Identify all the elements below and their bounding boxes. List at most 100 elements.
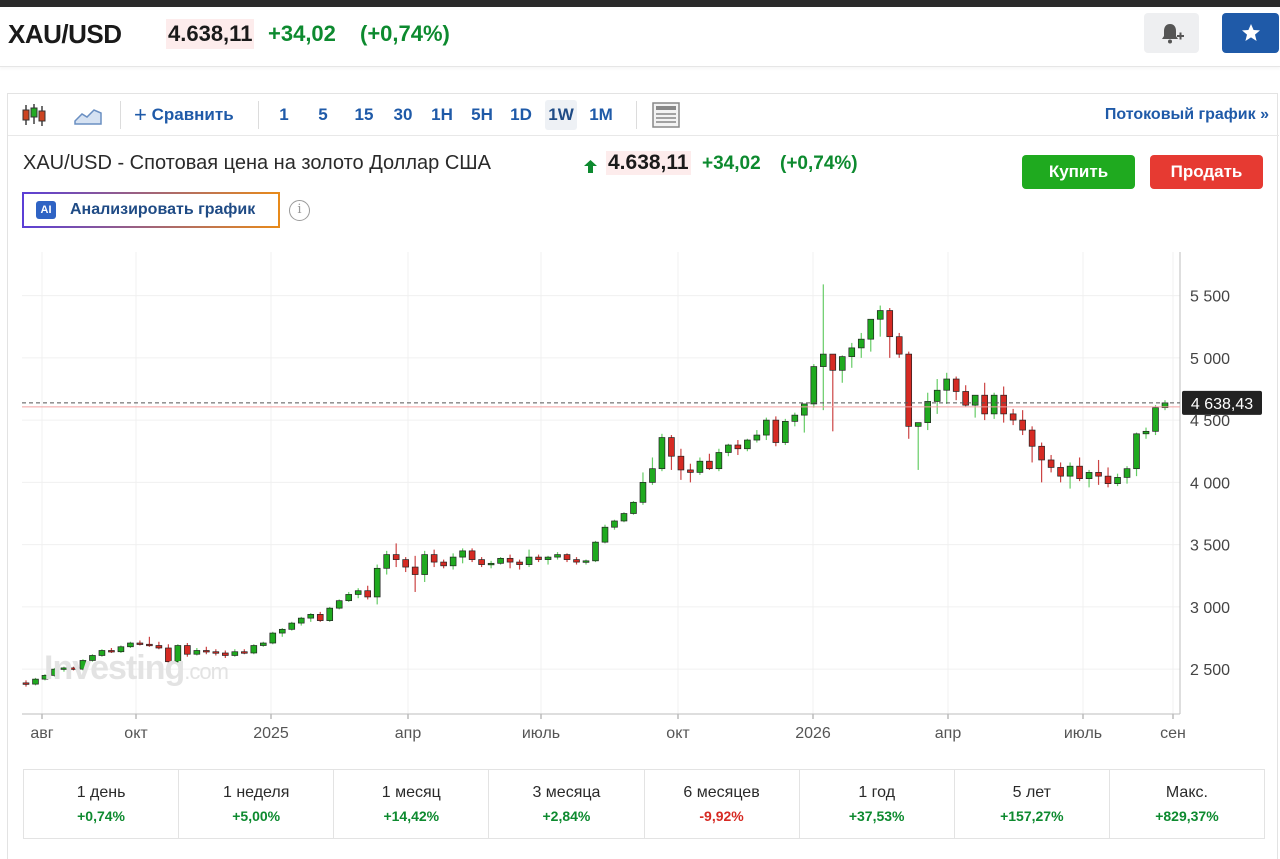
candle-body [516, 561, 523, 565]
compare-button[interactable]: + Сравнить [134, 94, 244, 136]
interval-1h[interactable]: 1H [428, 94, 456, 136]
interval-1m[interactable]: 1M [586, 94, 616, 136]
interval-15[interactable]: 15 [350, 94, 378, 136]
candle-body [497, 557, 504, 564]
candle-body [288, 622, 296, 630]
info-icon[interactable]: i [289, 200, 310, 221]
watchlist-button[interactable] [1222, 13, 1279, 53]
candle-body [1057, 467, 1064, 477]
candle-body [582, 560, 590, 563]
instrument-price: 4.638,11 [606, 151, 691, 175]
candle-body [601, 526, 609, 543]
candle-body [468, 550, 476, 560]
candle-body [943, 378, 950, 391]
candlestick-chart[interactable]: авг окт 2025 апр июль окт 2026 апр июль сен 2 500 3… [8, 244, 1279, 844]
watermark-brand: Investing [44, 649, 185, 687]
performance-period: 1 неделя [222, 784, 290, 801]
instrument-change-pct: (+0,74%) [780, 153, 858, 174]
candle-body [316, 614, 324, 621]
candle-body [1114, 477, 1121, 484]
candle-body [32, 678, 39, 685]
performance-period: 1 месяц [381, 784, 441, 801]
candle-body [1085, 472, 1093, 479]
sell-button[interactable]: Продать [1150, 155, 1263, 189]
interval-1[interactable]: 1 [273, 94, 295, 136]
candle-body [668, 437, 675, 457]
add-alert-button[interactable] [1144, 13, 1199, 53]
x-tick-label: 2026 [795, 725, 831, 742]
candle-body [1133, 433, 1140, 470]
plus-icon: + [134, 102, 147, 127]
candle-body [478, 559, 485, 565]
performance-period: 1 год [858, 784, 896, 801]
toolbar-divider [120, 101, 121, 129]
x-tick-label: 2025 [253, 725, 289, 742]
interval-1d[interactable]: 1D [507, 94, 535, 136]
y-tick-label: 4 000 [1190, 475, 1230, 492]
interval-5h[interactable]: 5H [468, 94, 496, 136]
analyze-chart-button[interactable]: AI Анализировать график [22, 192, 280, 228]
candle-body [535, 556, 542, 560]
candle-body [838, 356, 846, 371]
x-tick-label: сен [1160, 725, 1186, 742]
interval-30[interactable]: 30 [389, 94, 417, 136]
price-chart[interactable]: Investing.com авг окт 2025 апр июль окт 2026 ап… [8, 244, 1279, 844]
candle-body [687, 469, 694, 473]
toolbar-divider [258, 101, 259, 129]
candle-body [971, 394, 979, 406]
performance-period: 5 лет [1012, 784, 1051, 801]
candle-body [241, 651, 248, 654]
candle-body [127, 642, 134, 648]
candle-body [829, 353, 837, 371]
candle-body [611, 520, 618, 528]
candle-body [630, 501, 637, 514]
performance-value: +5,00% [232, 808, 281, 824]
candle-body [1038, 445, 1045, 461]
candle-body [155, 645, 163, 649]
candle-body [307, 614, 315, 619]
instrument-change: +34,02 [702, 153, 761, 174]
performance-value: +0,74% [77, 808, 125, 824]
candle-body [345, 594, 353, 602]
performance-cell: 1 год +37,53% [800, 770, 955, 838]
performance-cell: 6 месяцев -9,92% [645, 770, 800, 838]
instrument-title: XAU/USD - Спотовая цена на золото Доллар… [23, 152, 491, 174]
area-type-button[interactable] [72, 94, 104, 136]
candle-body [1076, 465, 1083, 479]
y-tick-label: 4 500 [1190, 413, 1230, 430]
candle-body [848, 347, 856, 357]
performance-cell: 3 месяца +2,84% [489, 770, 645, 838]
candle-body [981, 394, 988, 415]
candle-body [411, 566, 419, 575]
candle-body [326, 607, 334, 621]
candle-body [639, 482, 647, 503]
candlestick-type-button[interactable] [18, 94, 50, 136]
candle-body [525, 556, 533, 565]
chart-panel: + Сравнить 1 5 15 30 1H 5H 1D 1W 1M Пото… [7, 93, 1279, 859]
layout-button[interactable] [650, 94, 682, 136]
candle-body [573, 559, 580, 563]
candle-body [269, 632, 277, 644]
candle-body [250, 645, 258, 654]
interval-5[interactable]: 5 [312, 94, 334, 136]
candle-body [886, 310, 894, 338]
interval-1w[interactable]: 1W [545, 100, 577, 130]
window-top-strip [0, 0, 1280, 7]
y-tick-label: 2 500 [1190, 662, 1230, 679]
candle-body [297, 617, 305, 624]
candle-body [1095, 472, 1102, 477]
candle-body [402, 559, 409, 568]
streaming-chart-link[interactable]: Потоковый график » [1105, 94, 1269, 136]
performance-value: -9,92% [699, 808, 744, 824]
analyze-chart-label: Анализировать график [70, 201, 256, 218]
candle-body [933, 389, 941, 402]
candle-body [459, 550, 466, 558]
candle-body [905, 353, 913, 427]
y-tick-label: 5 500 [1190, 289, 1230, 306]
performance-cell: 1 день +0,74% [24, 770, 180, 838]
candle-body [487, 562, 495, 566]
buy-button[interactable]: Купить [1022, 155, 1135, 189]
candle-body [791, 414, 799, 422]
candle-body [772, 419, 780, 443]
candle-body [563, 554, 571, 560]
